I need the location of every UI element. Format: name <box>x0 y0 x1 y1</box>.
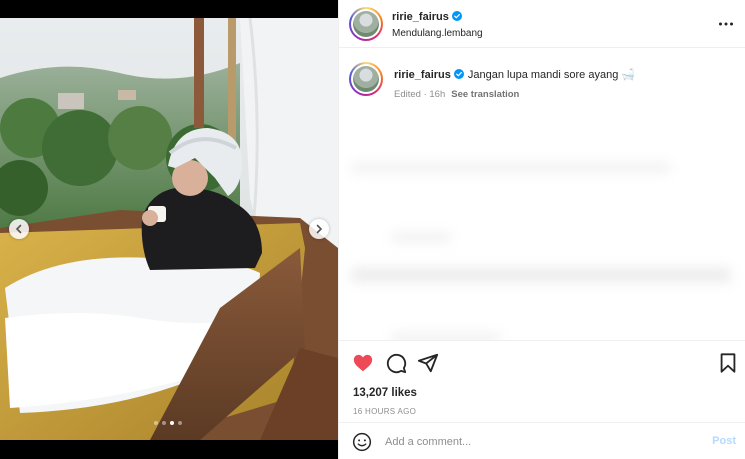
caption-meta: Edited · 16h See translation <box>394 89 520 100</box>
chevron-right-icon <box>316 224 323 234</box>
verified-badge-icon <box>453 69 464 79</box>
heart-icon[interactable] <box>352 352 374 374</box>
post-timestamp: 16 HOURS AGO <box>353 407 417 416</box>
post-comment-button[interactable]: Post <box>712 435 736 447</box>
bookmark-icon[interactable] <box>717 352 739 374</box>
edited-label: Edited <box>394 89 421 100</box>
carousel-prev-button[interactable] <box>9 219 29 239</box>
profile-picture <box>353 66 379 92</box>
carousel-dot <box>170 421 174 425</box>
post-details-panel: ririe_fairus Mendulang.lembang ririe_fai… <box>338 0 745 459</box>
more-options-icon[interactable] <box>718 16 734 32</box>
bathtub-photo-image <box>0 18 338 440</box>
post-age: 16h <box>429 89 446 100</box>
post-header: ririe_fairus Mendulang.lembang <box>339 0 745 48</box>
caption-text: Jangan lupa mandi sore ayang 🛁 <box>467 69 636 81</box>
likes-count[interactable]: 13,207 likes <box>353 387 417 399</box>
header-username[interactable]: ririe_fairus <box>392 11 462 23</box>
see-translation-button[interactable]: See translation <box>451 89 519 100</box>
comment-icon[interactable] <box>385 352 407 374</box>
action-bar <box>339 352 745 376</box>
emoji-icon[interactable] <box>352 432 372 452</box>
verified-badge-icon <box>451 11 462 21</box>
caption-line: ririe_fairus Jangan lupa mandi sore ayang… <box>394 68 635 81</box>
caption-username[interactable]: ririe_fairus <box>394 69 451 81</box>
carousel-indicator <box>154 421 182 425</box>
carousel-dot <box>178 421 182 425</box>
carousel-dot <box>154 421 158 425</box>
avatar[interactable] <box>349 7 383 41</box>
caption-section: ririe_fairus Jangan lupa mandi sore ayang… <box>339 48 745 341</box>
carousel-next-button[interactable] <box>309 219 329 239</box>
post-media <box>0 0 338 459</box>
comment-input[interactable] <box>385 433 695 451</box>
chevron-left-icon <box>15 224 22 234</box>
comment-bar: Post <box>339 422 745 459</box>
profile-picture <box>353 11 379 37</box>
carousel-dot <box>162 421 166 425</box>
username-text[interactable]: ririe_fairus <box>392 11 449 23</box>
blurred-comments <box>351 158 741 340</box>
post-location[interactable]: Mendulang.lembang <box>392 28 483 39</box>
share-icon[interactable] <box>417 352 439 374</box>
caption-avatar[interactable] <box>349 62 383 96</box>
post-photo[interactable] <box>0 18 338 440</box>
